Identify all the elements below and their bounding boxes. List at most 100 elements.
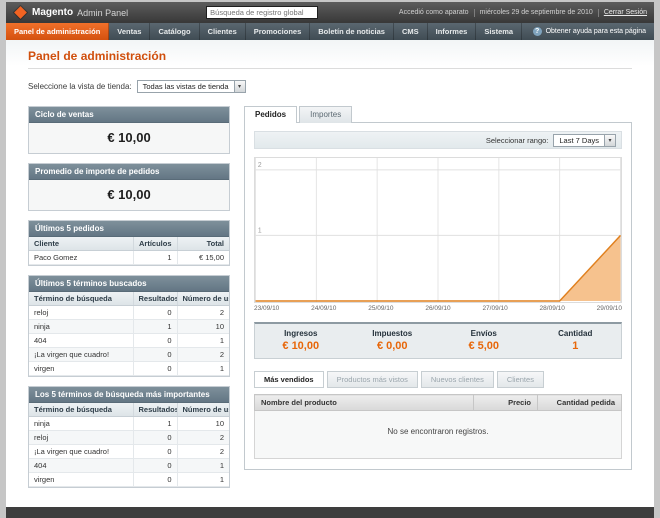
stat-impuestos: Impuestos € 0,00 (347, 324, 439, 358)
table-header-row: Cliente Artículos Total (29, 237, 229, 251)
x-tick: 23/09/10 (254, 305, 280, 312)
help-icon: ? (532, 27, 542, 36)
cell: Paco Gomez (29, 250, 134, 265)
table-row[interactable]: ninja 1 10 (29, 416, 229, 431)
tab-mas-vendidos[interactable]: Más vendidos (254, 371, 324, 388)
nav-item-boletin[interactable]: Boletín de noticias (310, 23, 394, 40)
column-header: Término de búsqueda (29, 292, 134, 306)
nav-item-ventas[interactable]: Ventas (109, 23, 151, 40)
nav-item-sistema[interactable]: Sistema (476, 23, 523, 40)
column-header: Término de búsqueda (29, 403, 134, 417)
box-title: Los 5 términos de búsqueda más important… (29, 387, 229, 403)
nav-item-catalogo[interactable]: Catálogo (150, 23, 200, 40)
cell: 0 (133, 444, 178, 459)
svg-text:2: 2 (258, 162, 262, 169)
current-date: miércoles 29 de septiembre de 2010 (479, 9, 593, 16)
totals-bar: Ingresos € 10,00 Impuestos € 0,00 Envíos… (254, 322, 622, 359)
range-select[interactable]: Last 7 Days ▾ (553, 133, 616, 147)
stat-label: Impuestos (372, 329, 413, 338)
table-header-row: Término de búsqueda Resultados Número de… (29, 292, 229, 306)
stat-value: € 5,00 (468, 340, 500, 352)
page-help-link[interactable]: ? Obtener ayuda para esta página (525, 23, 654, 40)
table-row[interactable]: Paco Gomez 1 € 15,00 (29, 250, 229, 265)
x-tick: 24/09/10 (311, 305, 337, 312)
last-search-terms-table: Término de búsqueda Resultados Número de… (29, 292, 229, 376)
page-content: Panel de administración Seleccione la vi… (6, 40, 654, 507)
stat-label: Ingresos (284, 329, 318, 338)
x-tick: 25/09/10 (368, 305, 394, 312)
box-title: Promedio de importe de pedidos (29, 164, 229, 180)
table-row[interactable]: ¡La virgen que cuadro! 0 2 (29, 444, 229, 459)
tab-productos-mas-vistos[interactable]: Productos más vistos (326, 371, 418, 388)
chart-x-axis-labels: 23/09/10 24/09/10 25/09/10 26/09/10 27/0… (254, 305, 622, 312)
account-info: Accedió como aparato miércoles 29 de sep… (399, 8, 647, 17)
tab-nuevos-clientes[interactable]: Nuevos clientes (420, 371, 494, 388)
orders-chart-svg: 12 (255, 158, 621, 302)
divider (597, 8, 599, 17)
average-orders-box: Promedio de importe de pedidos € 10,00 (28, 163, 230, 211)
store-view-label: Seleccione la vista de tienda: (28, 82, 132, 91)
tab-clientes[interactable]: Clientes (496, 371, 544, 388)
chart-panel: Seleccionar rango: Last 7 Days ▾ 12 23/0… (244, 122, 632, 470)
cell: 1 (133, 416, 178, 431)
table-row[interactable]: 404 0 1 (29, 333, 229, 348)
table-row[interactable]: ¡La virgen que cuadro! 0 2 (29, 347, 229, 362)
stat-ingresos: Ingresos € 10,00 (255, 324, 347, 358)
cell: ninja (29, 416, 134, 431)
cell: ninja (29, 319, 134, 334)
logout-link[interactable]: Cerrar Sesión (604, 9, 647, 16)
table-row[interactable]: ninja 1 10 (29, 319, 229, 334)
range-value: Last 7 Days (559, 135, 599, 145)
cell: 1 (177, 361, 229, 376)
cell: ¡La virgen que cuadro! (29, 444, 134, 459)
nav-item-clientes[interactable]: Clientes (200, 23, 246, 40)
tab-importes[interactable]: Importes (299, 106, 353, 123)
global-search-input[interactable] (206, 6, 319, 19)
stat-value: € 10,00 (282, 340, 320, 352)
magento-logo: Magento Admin Panel (13, 6, 129, 19)
x-tick: 29/09/10 (596, 305, 622, 312)
stat-value: € 0,00 (376, 340, 408, 352)
column-header: Número de usos (177, 403, 229, 417)
store-view-select[interactable]: Todas las vistas de tienda ▾ (136, 80, 246, 93)
table-row[interactable]: reloj 0 2 (29, 305, 229, 320)
cell: 2 (177, 347, 229, 362)
store-view-row: Seleccione la vista de tienda: Todas las… (28, 80, 632, 93)
page-title: Panel de administración (28, 49, 632, 69)
magento-admin-app: Magento Admin Panel Accedió como aparato… (6, 2, 654, 518)
top-search-terms-table: Término de búsqueda Resultados Número de… (29, 403, 229, 487)
cell: 1 (177, 458, 229, 473)
last-5-search-terms-box: Últimos 5 términos buscados Término de b… (28, 275, 230, 377)
nav-item-dashboard[interactable]: Panel de administración (6, 23, 110, 40)
column-header: Resultados (133, 403, 178, 417)
cell: 1 (133, 319, 178, 334)
cell: reloj (29, 430, 134, 445)
box-title: Últimos 5 términos buscados (29, 276, 229, 292)
column-header: Nombre del producto (254, 394, 474, 411)
cell: 0 (133, 430, 178, 445)
cell: reloj (29, 305, 134, 320)
table-row[interactable]: 404 0 1 (29, 458, 229, 473)
cell: 10 (177, 416, 229, 431)
cell: 1 (177, 333, 229, 348)
chevron-down-icon: ▾ (604, 134, 615, 146)
tab-pedidos[interactable]: Pedidos (244, 106, 298, 123)
lifetime-sales-value: € 10,00 (29, 123, 229, 153)
brand-suffix: Admin Panel (77, 7, 129, 18)
chart-tabs: Pedidos Importes (244, 106, 632, 123)
nav-item-promociones[interactable]: Promociones (246, 23, 311, 40)
nav-item-informes[interactable]: Informes (428, 23, 477, 40)
table-row[interactable]: reloj 0 2 (29, 430, 229, 445)
main-nav: Panel de administración Ventas Catálogo … (6, 23, 654, 40)
last-orders-table: Cliente Artículos Total Paco Gomez 1 € 1… (29, 237, 229, 265)
cell: virgen (29, 361, 134, 376)
stat-label: Cantidad (558, 329, 593, 338)
x-tick: 27/09/10 (482, 305, 508, 312)
nav-item-cms[interactable]: CMS (394, 23, 428, 40)
cell: 0 (133, 347, 178, 362)
brand-name: Magento (32, 7, 74, 18)
product-report-tabs: Más vendidos Productos más vistos Nuevos… (254, 371, 622, 388)
table-row[interactable]: virgen 0 1 (29, 361, 229, 376)
x-tick: 28/09/10 (539, 305, 565, 312)
box-title: Ciclo de ventas (29, 107, 229, 123)
